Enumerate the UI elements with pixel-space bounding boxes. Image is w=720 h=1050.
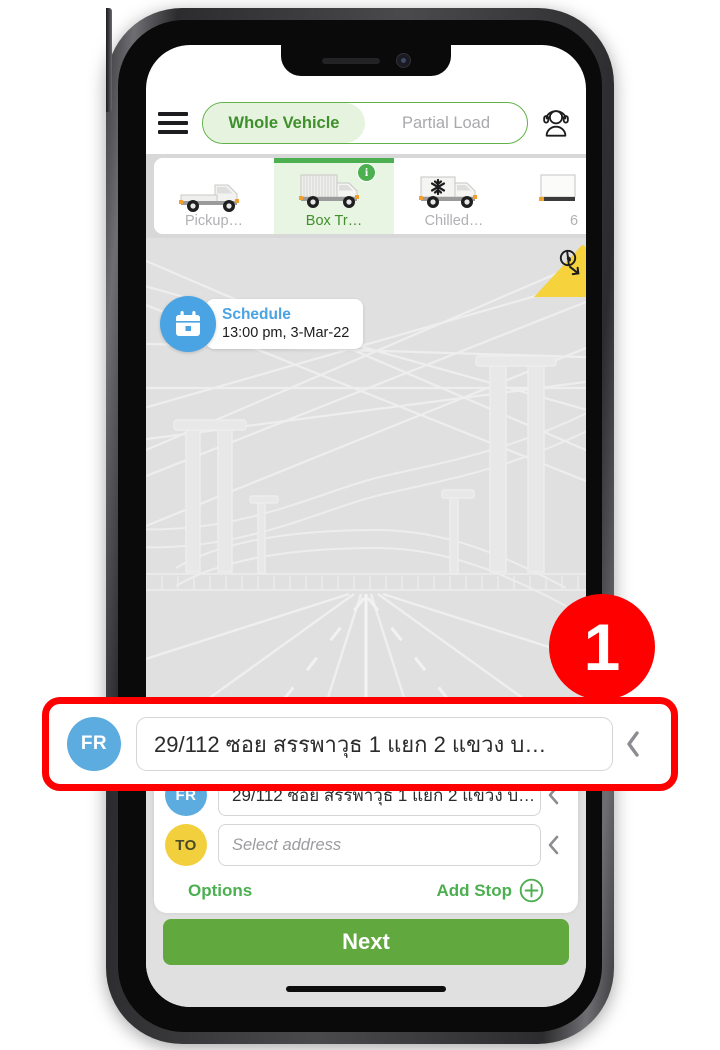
truck-restriction-icon[interactable] <box>534 245 586 297</box>
power-button[interactable] <box>106 8 112 112</box>
tab-partial-load-label: Partial Load <box>401 113 491 132</box>
customer-support-headset-icon[interactable] <box>538 105 574 141</box>
phone-device-frame: Whole Vehicle Partial Load Pickup… i Box… <box>106 8 614 1044</box>
phone-notch <box>281 45 451 76</box>
vehicle-card-chilled-label: Chilled… <box>424 213 484 230</box>
annotated-from-address-input[interactable]: 29/112 ซอย สรรพาวุธ 1 แยก 2 แขวง บ… <box>136 717 613 771</box>
chilled-truck-icon <box>415 169 493 213</box>
service-mode-toggle[interactable]: Whole Vehicle Partial Load <box>202 102 528 144</box>
app-header: Whole Vehicle Partial Load <box>146 92 586 154</box>
vehicle-card-next-partial[interactable]: 6 <box>514 158 586 234</box>
vehicle-card-pickup[interactable]: Pickup… <box>154 158 274 234</box>
tab-partial-load[interactable]: Partial Load <box>365 103 527 143</box>
hamburger-menu-icon[interactable] <box>158 106 192 140</box>
to-address-row[interactable]: TO Select address <box>154 820 578 870</box>
annotated-from-address-row[interactable]: FR 29/112 ซอย สรรพาวุธ 1 แยก 2 แขวง บ… <box>49 704 671 784</box>
vehicle-type-strip-background: Pickup… i Box Tr… Chilled… 6 <box>146 154 586 238</box>
phone-screen: Whole Vehicle Partial Load Pickup… i Box… <box>146 45 586 1007</box>
sheet-actions: Options Add Stop <box>154 870 578 907</box>
vehicle-card-chilled[interactable]: Chilled… <box>394 158 514 234</box>
home-indicator <box>286 986 446 992</box>
vehicle-card-box-truck[interactable]: i Box Tr… <box>274 158 394 234</box>
add-stop-label: Add Stop <box>436 880 512 900</box>
next-button[interactable]: Next <box>163 919 569 965</box>
plus-circle-icon[interactable] <box>519 878 544 903</box>
add-stop-button[interactable]: Add Stop <box>436 878 544 903</box>
info-icon[interactable]: i <box>357 163 376 182</box>
pickup-truck-icon <box>175 169 253 213</box>
to-avatar: TO <box>165 824 207 866</box>
vehicle-type-list[interactable]: Pickup… i Box Tr… Chilled… 6 <box>154 158 586 234</box>
annotated-from-avatar: FR <box>67 717 121 771</box>
schedule-time: 13:00 pm, 3-Mar-22 <box>222 325 350 342</box>
schedule-widget[interactable]: Schedule 13:00 pm, 3-Mar-22 <box>160 296 364 352</box>
earpiece-speaker-icon <box>321 57 380 64</box>
schedule-title: Schedule <box>222 305 291 323</box>
truck-icon <box>535 169 586 213</box>
annotation-highlight-box: FR 29/112 ซอย สรรพาวุธ 1 แยก 2 แขวง บ… <box>42 697 678 791</box>
annotation-step-badge: 1 <box>549 594 655 700</box>
to-address-input[interactable]: Select address <box>218 824 541 866</box>
vehicle-card-pickup-label: Pickup… <box>184 213 244 230</box>
schedule-bubble[interactable]: Schedule 13:00 pm, 3-Mar-22 <box>198 298 364 350</box>
map-canvas[interactable]: Schedule 13:00 pm, 3-Mar-22 FR 29/112 ซอ… <box>146 238 586 1007</box>
to-chevron-left-icon[interactable] <box>541 834 567 856</box>
annotated-from-chevron-left-icon[interactable] <box>613 728 653 760</box>
vehicle-card-next-partial-label: 6 <box>569 213 579 230</box>
front-camera-icon <box>395 53 411 68</box>
vehicle-card-box-truck-label: Box Tr… <box>305 213 363 230</box>
tab-whole-vehicle[interactable]: Whole Vehicle <box>203 103 365 143</box>
calendar-icon[interactable] <box>160 296 216 352</box>
tab-whole-vehicle-label: Whole Vehicle <box>228 113 340 132</box>
options-button[interactable]: Options <box>188 881 252 901</box>
